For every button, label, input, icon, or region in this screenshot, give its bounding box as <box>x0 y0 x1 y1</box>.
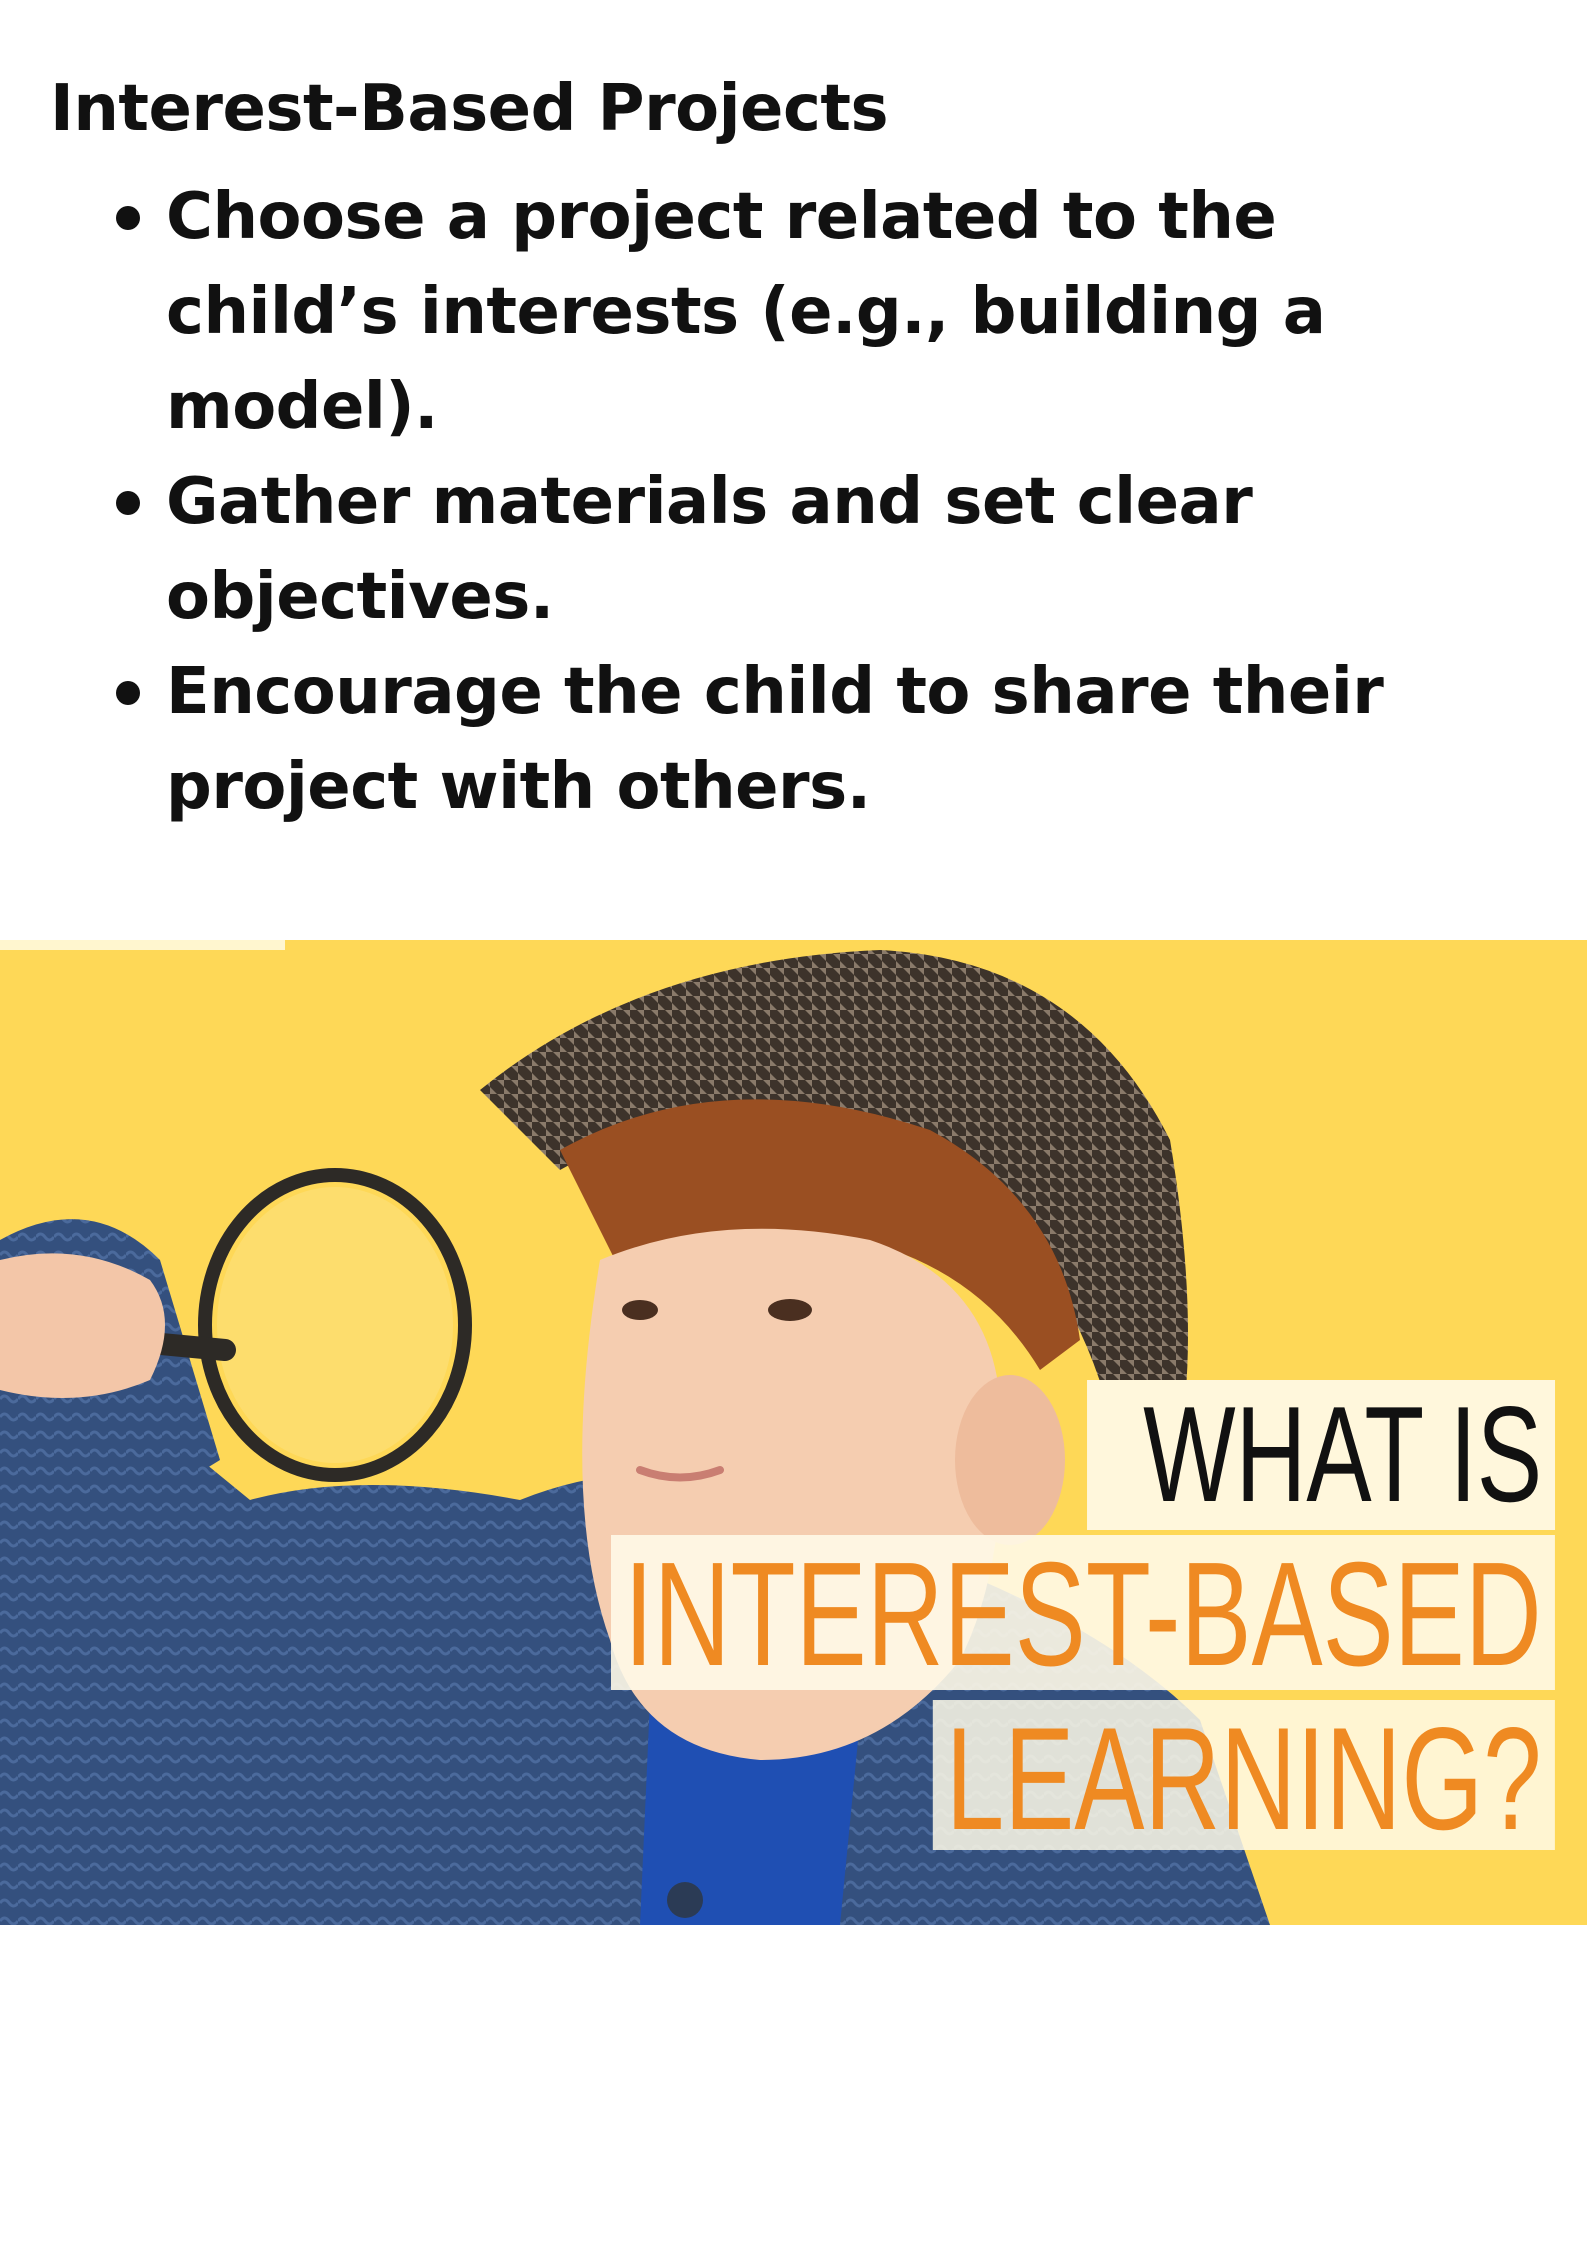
bullet-list: Choose a project related to the child’s … <box>110 170 1510 835</box>
list-item: Encourage the child to share their proje… <box>110 645 1510 835</box>
bullet-icon <box>116 206 140 230</box>
list-item: Choose a project related to the child’s … <box>110 170 1510 455</box>
bullet-icon <box>116 491 140 515</box>
list-item: Gather materials and set clear objective… <box>110 455 1510 645</box>
bullet-text: Choose a project related to the child’s … <box>166 180 1326 444</box>
bullet-text: Gather materials and set clear objective… <box>166 465 1253 634</box>
caption-what-is: WHAT IS <box>1086 1380 1555 1530</box>
bullet-icon <box>116 681 140 705</box>
bullet-text: Encourage the child to share their proje… <box>166 655 1384 824</box>
hero-image: WHAT IS INTEREST-BASED LEARNING? <box>0 940 1587 1925</box>
caption-interest-based: INTEREST-BASED <box>611 1535 1555 1690</box>
page-title: Interest-Based Projects <box>50 72 889 146</box>
caption-learning: LEARNING? <box>933 1700 1555 1852</box>
